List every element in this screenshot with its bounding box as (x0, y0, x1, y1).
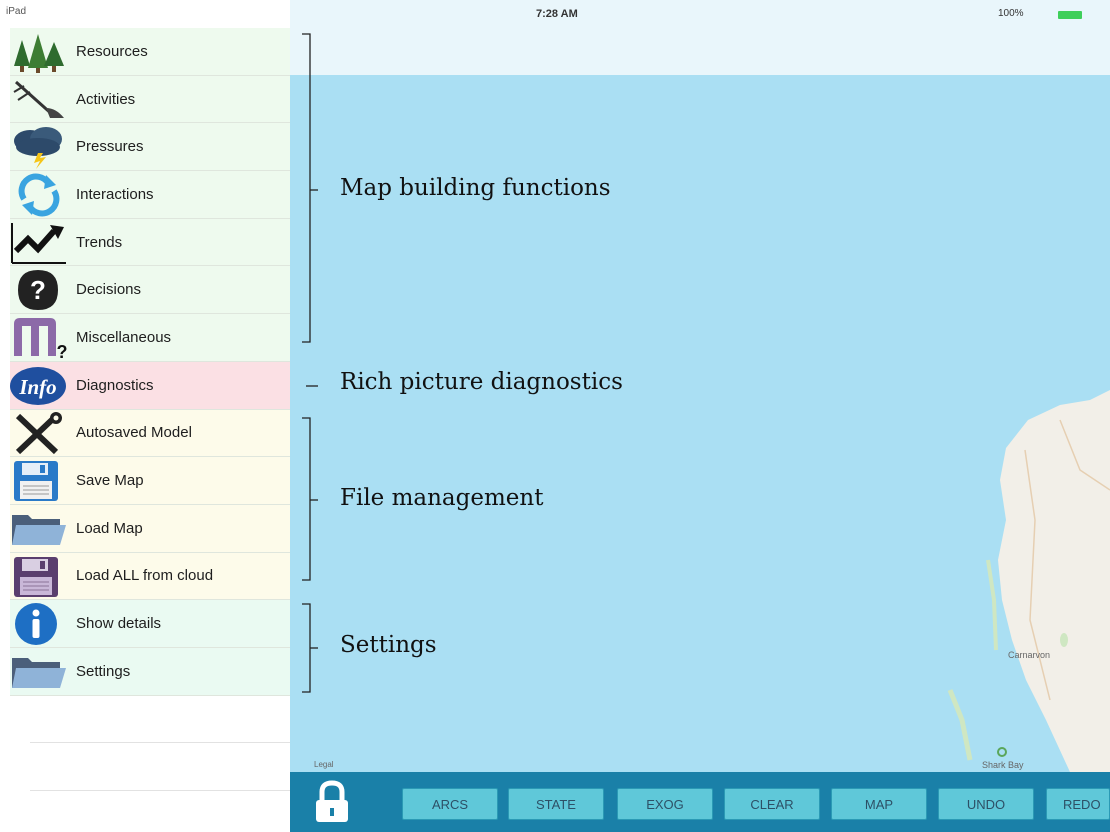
sidebar-item-load-map[interactable]: Load Map (10, 504, 290, 553)
sidebar-item-settings[interactable]: Settings (10, 647, 290, 696)
cycle-arrows-icon (10, 173, 68, 217)
question-mark-icon: ? (10, 268, 68, 312)
map-legal-link[interactable]: Legal (314, 760, 334, 769)
sidebar-item-label: Save Map (76, 472, 144, 490)
sidebar-item-pressures[interactable]: Pressures (10, 123, 290, 172)
sidebar-item-label: Miscellaneous (76, 328, 172, 346)
divider (30, 742, 290, 743)
device-label: iPad (6, 6, 27, 17)
misc-m-icon: ? (10, 316, 68, 362)
sidebar-item-label: Load ALL from cloud (76, 567, 214, 585)
floppy-disk-purple-icon (10, 555, 68, 599)
sidebar-item-label: Diagnostics (76, 376, 154, 394)
sidebar-item-label: Show details (76, 615, 162, 633)
sidebar: iPad Resources Activities Pressures Inte… (0, 0, 290, 832)
state-button[interactable]: STATE (508, 788, 604, 820)
sidebar-item-label: Autosaved Model (76, 424, 192, 442)
exog-button[interactable]: EXOG (617, 788, 713, 820)
sidebar-item-label: Activities (76, 90, 136, 108)
svg-text:?: ? (30, 275, 46, 305)
map-place-label: Carnarvon (1008, 650, 1051, 660)
sidebar-item-label: Decisions (76, 281, 142, 299)
sidebar-item-decisions[interactable]: ? Decisions (10, 266, 290, 315)
plough-icon (10, 78, 68, 122)
map-view[interactable]: 7:28 AM 100% Carnarvon Shark Bay Legal (290, 0, 1110, 832)
undo-button[interactable]: UNDO (938, 788, 1034, 820)
svg-text:Info: Info (18, 375, 56, 399)
sidebar-item-miscellaneous[interactable]: ? Miscellaneous (10, 314, 290, 362)
sidebar-item-label: Interactions (76, 185, 154, 203)
redo-button[interactable]: REDO (1046, 788, 1110, 820)
folder-icon (10, 650, 68, 694)
clear-button[interactable]: CLEAR (724, 788, 820, 820)
map-place-label: Shark Bay (982, 760, 1024, 770)
sidebar-item-show-details[interactable]: Show details (10, 600, 290, 648)
sidebar-item-label: Settings (76, 662, 131, 680)
sidebar-item-label: Trends (76, 233, 123, 251)
trees-icon (10, 30, 68, 74)
info-icon: Info (10, 364, 68, 408)
sidebar-item-save-map[interactable]: Save Map (10, 457, 290, 505)
floppy-disk-icon (10, 459, 68, 503)
arcs-button[interactable]: ARCS (402, 788, 498, 820)
info-circle-icon (10, 602, 68, 646)
folder-icon (10, 507, 68, 551)
sidebar-item-interactions[interactable]: Interactions (10, 171, 290, 219)
sidebar-item-label: Pressures (76, 138, 144, 156)
sidebar-item-label: Resources (76, 42, 148, 60)
sidebar-item-trends[interactable]: Trends (10, 218, 290, 267)
sidebar-item-load-all-from-cloud[interactable]: Load ALL from cloud (10, 552, 290, 601)
coastline (947, 390, 1110, 772)
svg-text:?: ? (57, 342, 68, 360)
sidebar-item-diagnostics[interactable]: Info Diagnostics (10, 361, 290, 410)
lock-icon[interactable] (312, 780, 352, 824)
storm-cloud-icon (10, 125, 68, 170)
trend-chart-icon (10, 221, 68, 265)
sidebar-item-resources[interactable]: Resources (10, 28, 290, 76)
sidebar-menu: Resources Activities Pressures Interacti… (10, 28, 290, 696)
map-button[interactable]: MAP (831, 788, 927, 820)
sidebar-item-autosaved-model[interactable]: Autosaved Model (10, 409, 290, 458)
divider (30, 790, 290, 791)
tools-icon (10, 411, 68, 456)
bottom-toolbar: ARCS STATE EXOG CLEAR MAP UNDO REDO (290, 772, 1110, 832)
sidebar-item-label: Load Map (76, 519, 143, 537)
sidebar-item-activities[interactable]: Activities (10, 75, 290, 124)
